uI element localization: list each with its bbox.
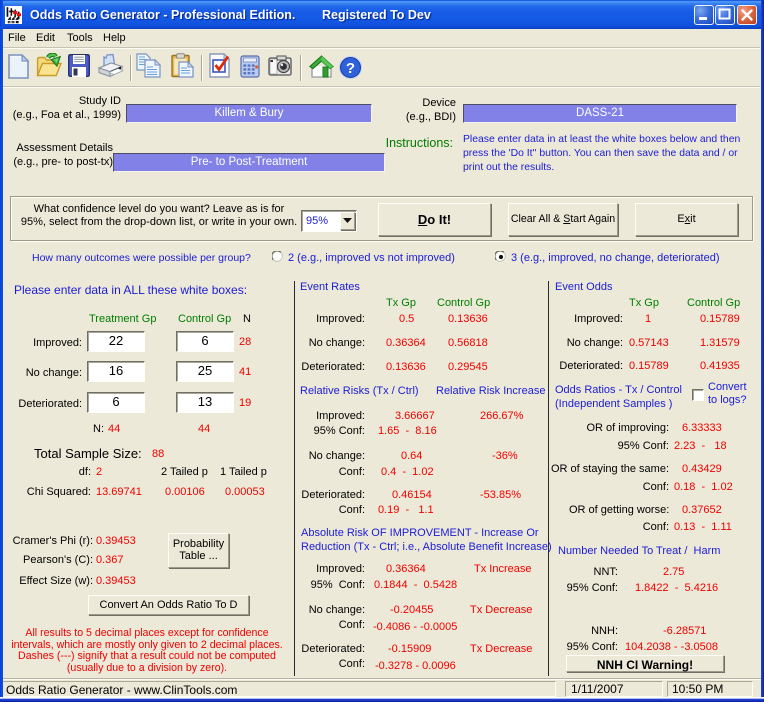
svg-text:?: ? (346, 60, 355, 77)
